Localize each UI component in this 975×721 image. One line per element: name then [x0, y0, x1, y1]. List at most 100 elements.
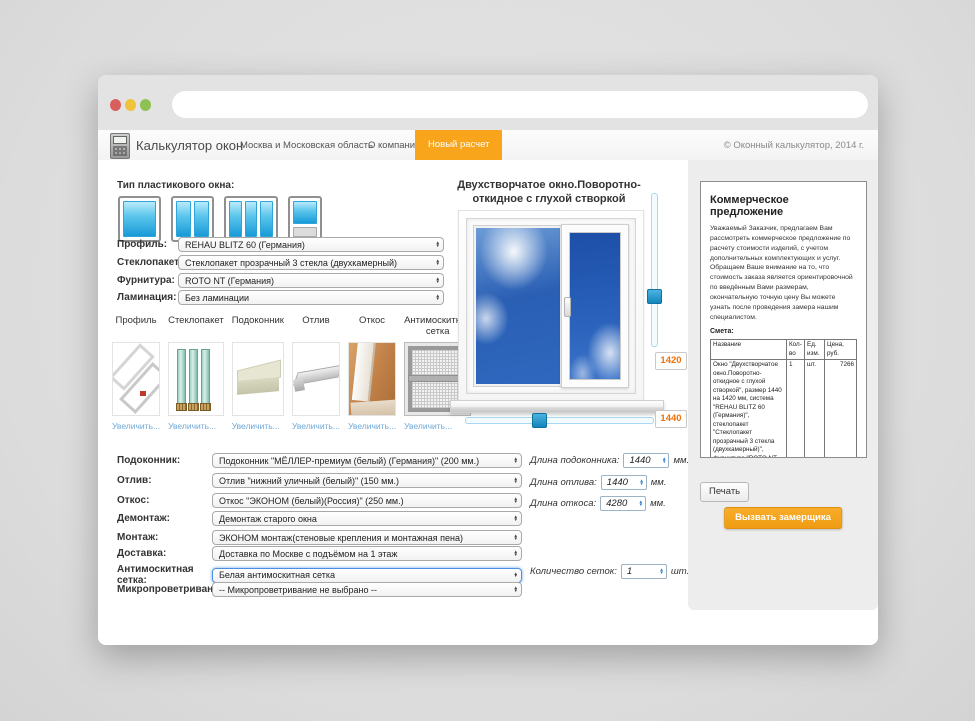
drip-length-unit: мм. — [650, 477, 667, 488]
slope-length-row: Длина откоса: 4280 ▲ ▼ мм. — [530, 496, 666, 511]
pane-shape — [123, 201, 156, 237]
sill-length-unit: мм. — [673, 455, 690, 466]
col-price: Цена, руб. — [824, 339, 857, 361]
zoom-link[interactable]: Увеличить... — [232, 421, 284, 431]
dismantle-select[interactable]: Демонтаж старого окна ▲ ▼ — [212, 511, 522, 526]
zoom-link[interactable]: Увеличить... — [404, 421, 471, 431]
sill-select-value: Подоконник "МЁЛЛЕР-премиум (белый) (Герм… — [219, 455, 480, 466]
window-type-label: Тип пластикового окна: — [117, 180, 235, 191]
net-quantity-unit: шт. — [670, 566, 690, 577]
slope-length-label: Длина откоса: — [530, 498, 597, 509]
profile-thumbnail-image — [112, 342, 161, 416]
drip-length-value: 1440 — [606, 477, 628, 488]
hardware-row: Фурнитура: ROTO NT (Германия) ▲ ▼ — [117, 273, 444, 288]
height-value-box[interactable]: 1420 — [655, 352, 687, 370]
zoom-link[interactable]: Увеличить... — [112, 421, 160, 431]
slope-option-label: Откос: — [117, 495, 150, 506]
drip-select[interactable]: Отлив "нижний уличный (белый)" (150 мм.)… — [212, 473, 522, 488]
item-unit: шт. — [804, 359, 825, 457]
select-arrows-icon: ▲ ▼ — [513, 476, 518, 484]
spinner-icon[interactable]: ▲ ▼ — [662, 456, 666, 463]
gallery-item-sill: Подоконник Увеличить... — [231, 315, 284, 431]
pane-shape — [194, 201, 209, 237]
offer-sidebar: Коммерческое предложение Уважаемый Заказ… — [688, 160, 878, 610]
select-arrows-icon: ▲ ▼ — [513, 585, 518, 593]
commercial-offer-document: Коммерческое предложение Уважаемый Заказ… — [700, 181, 867, 458]
width-value-box[interactable]: 1440 — [655, 410, 687, 428]
select-arrows-icon: ▲ ▼ — [513, 549, 518, 557]
height-slider[interactable] — [647, 193, 662, 347]
hardware-label: Фурнитура: — [117, 275, 175, 286]
item-qty: 1 — [786, 359, 805, 457]
sill-select[interactable]: Подоконник "МЁЛЛЕР-премиум (белый) (Герм… — [212, 453, 522, 468]
traffic-light-close-icon[interactable] — [110, 99, 121, 111]
lamination-row: Ламинация: Без ламинации ▲ ▼ — [117, 290, 444, 305]
traffic-light-minimize-icon[interactable] — [125, 99, 136, 111]
url-bar[interactable] — [172, 91, 868, 118]
height-slider-handle[interactable] — [647, 289, 662, 304]
print-button[interactable]: Печать — [700, 482, 750, 502]
glazing-select[interactable]: Стеклопакет прозрачный 3 стекла (двухкам… — [178, 255, 444, 270]
micro-ventilation-select[interactable]: -- Микропроветривание не выбрано -- ▲ ▼ — [212, 582, 522, 597]
pane-shape — [293, 201, 317, 224]
fixed-glass-pane — [473, 225, 563, 387]
calculator-logo-icon — [110, 133, 130, 159]
zoom-link[interactable]: Увеличить... — [292, 421, 340, 431]
window-type-two-leaf-icon[interactable] — [171, 196, 214, 242]
nav-item-region[interactable]: Москва и Московская область — [240, 140, 373, 151]
width-slider-handle[interactable] — [532, 413, 547, 428]
offer-intro-text: Уважаемый Заказчик, предлагаем Вам рассм… — [710, 225, 853, 321]
component-gallery: Профиль Увеличить... Стеклопакет Увеличи… — [112, 315, 472, 431]
net-quantity-input[interactable]: 1 ▲ ▼ — [620, 564, 667, 579]
select-arrows-icon: ▲ ▼ — [513, 456, 518, 464]
gallery-item-glazing: Стеклопакет Увеличить... — [168, 315, 224, 431]
lamination-select[interactable]: Без ламинации ▲ ▼ — [178, 290, 444, 305]
call-surveyor-button[interactable]: Вызвать замерщика — [724, 507, 842, 529]
zoom-link[interactable]: Увеличить... — [168, 421, 224, 431]
mounting-option-row: Монтаж: ЭКОНОМ монтаж(стеновые крепления… — [117, 530, 522, 545]
profile-select[interactable]: REHAU BLITZ 60 (Германия) ▲ ▼ — [178, 237, 444, 252]
browser-chrome — [98, 75, 878, 130]
select-arrows-icon: ▲ ▼ — [513, 570, 518, 578]
drip-length-row: Длина отлива: 1440 ▲ ▼ мм. — [530, 475, 666, 490]
slope-length-input[interactable]: 4280 ▲ ▼ — [600, 496, 647, 511]
pane-shape — [260, 201, 274, 237]
window-type-balcony-door-icon[interactable] — [288, 196, 322, 242]
browser-window: Калькулятор окон Москва и Московская обл… — [98, 75, 878, 645]
spinner-icon[interactable]: ▲ ▼ — [639, 499, 643, 506]
glazing-thumbnail-image — [168, 342, 224, 416]
main-content: Тип пластикового окна: Профиль: REHAU BL… — [98, 160, 878, 645]
delivery-select[interactable]: Доставка по Москве с подъёмом на 1 этаж ▲… — [212, 546, 522, 561]
sill-length-input[interactable]: 1440 ▲ ▼ — [623, 453, 670, 468]
window-type-three-leaf-icon[interactable] — [224, 196, 278, 242]
hardware-select[interactable]: ROTO NT (Германия) ▲ ▼ — [178, 273, 444, 288]
panel-shape — [293, 227, 317, 237]
dismantle-select-value: Демонтаж старого окна — [219, 513, 317, 524]
traffic-light-zoom-icon[interactable] — [140, 99, 151, 111]
profile-label: Профиль: — [117, 239, 168, 250]
opening-sash — [561, 224, 629, 388]
item-name: Окно "Двухстворчатое окно.Поворотно-отки… — [710, 359, 787, 457]
mosquito-net-select[interactable]: Белая антимоскитная сетка ▲ ▼ — [212, 567, 522, 583]
spinner-icon[interactable]: ▲ ▼ — [639, 478, 643, 485]
net-quantity-value: 1 — [626, 566, 633, 577]
mounting-select[interactable]: ЭКОНОМ монтаж(стеновые крепления и монта… — [212, 530, 522, 545]
nav-item-new-calculation[interactable]: Новый расчет — [415, 130, 503, 160]
zoom-link[interactable]: Увеличить... — [348, 421, 396, 431]
nav-item-about[interactable]: О компании — [368, 140, 420, 151]
profile-select-value: REHAU BLITZ 60 (Германия) — [185, 239, 305, 250]
gallery-label: Подоконник — [231, 315, 284, 326]
gallery-item-drip: Отлив Увеличить... — [291, 315, 340, 431]
width-slider[interactable] — [465, 413, 654, 428]
item-price: 7266 — [824, 359, 857, 457]
drip-thumbnail-image — [291, 342, 340, 416]
window-type-one-leaf-icon[interactable] — [118, 196, 161, 242]
drip-length-input[interactable]: 1440 ▲ ▼ — [600, 475, 647, 490]
net-quantity-label: Количество сеток: — [530, 566, 617, 577]
spinner-icon[interactable]: ▲ ▼ — [659, 567, 663, 574]
slope-select[interactable]: Откос "ЭКОНОМ (белый)(Россия)" (250 мм.)… — [212, 493, 522, 508]
mosquito-net-select-value: Белая антимоскитная сетка — [219, 570, 335, 580]
gallery-label: Профиль — [115, 315, 157, 326]
gallery-item-slope: Откос Увеличить... — [348, 315, 397, 431]
pane-shape — [176, 201, 191, 237]
